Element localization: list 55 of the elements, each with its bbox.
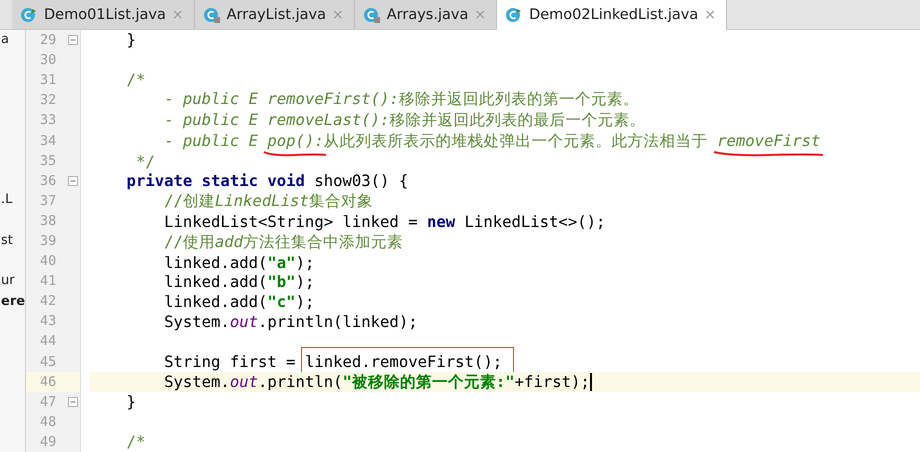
project-tree-text: a: [1, 31, 10, 49]
line-number: 43: [40, 313, 56, 330]
line-number: 44: [40, 333, 56, 350]
code-line: }: [126, 30, 136, 49]
line-number: 29: [40, 32, 56, 48]
code-line: LinkedList<String> linked = new LinkedList<>();: [163, 212, 606, 231]
line-number: 42: [40, 293, 56, 310]
code-line: linked.add("a");: [163, 254, 314, 272]
code-line: /*: [126, 433, 146, 452]
line-number: 37: [40, 192, 56, 209]
code-line: String first = linked.removeFirst();: [163, 352, 502, 371]
line-number: 49: [40, 434, 56, 450]
line-number: 38: [40, 212, 56, 229]
code-line: /*: [126, 70, 146, 89]
line-number: 35: [40, 152, 56, 169]
line-number: 32: [40, 92, 56, 108]
line-number: 45: [40, 354, 56, 370]
code-line: //使用add方法往集合中添加元素: [163, 232, 404, 253]
class-icon: [202, 6, 221, 24]
code-line: - public E pop():从此列表所表示的堆栈处弹出一个元素。此方法相当于 removeFirst: [163, 130, 820, 152]
line-number: 31: [40, 72, 56, 88]
line-number: 39: [40, 232, 56, 249]
project-tree-text: ur: [1, 272, 16, 290]
line-number: 36: [40, 172, 56, 189]
file-tab[interactable]: ArrayList.java ×: [194, 0, 355, 29]
file-tab[interactable]: Demo02LinkedList.java ×: [497, 0, 727, 30]
project-tree-text: st: [1, 232, 14, 250]
class-icon: [505, 6, 524, 24]
class-icon: [362, 6, 381, 24]
fold-marker-icon[interactable]: [68, 396, 78, 407]
code-line: private static void show03() {: [126, 172, 408, 190]
code-line: - public E removeFirst():移除并返回此列表的第一个元素。: [163, 89, 639, 110]
file-tab[interactable]: Arrays.java ×: [354, 0, 498, 29]
code-line: linked.add("b");: [163, 273, 314, 292]
code-line: System.out.println("被移除的第一个元素:"+first);: [163, 372, 592, 393]
line-number: 33: [40, 112, 56, 128]
code-line: System.out.println(linked);: [163, 313, 418, 332]
fold-marker-icon[interactable]: [68, 35, 78, 46]
code-line: */: [134, 152, 155, 171]
line-number: 40: [40, 253, 56, 270]
file-tab[interactable]: Demo01List.java ×: [12, 0, 195, 29]
line-number: 47: [40, 394, 56, 410]
code-line: //创建LinkedList集合对象: [163, 191, 373, 212]
line-number: 34: [40, 132, 56, 149]
code-line: linked.add("c");: [163, 293, 314, 312]
project-tree-text: .L: [1, 191, 14, 210]
line-number: 30: [40, 52, 56, 68]
line-number: 48: [40, 414, 56, 430]
class-icon: [20, 6, 38, 24]
code-line: - public E removeLast():移除并返回此列表的最后一个元素。: [163, 110, 646, 132]
fold-marker-icon[interactable]: [68, 176, 78, 186]
project-tree-text: ere: [1, 292, 25, 311]
code-line: }: [126, 393, 136, 412]
line-number: 41: [40, 273, 56, 290]
line-number: 46: [40, 374, 56, 390]
